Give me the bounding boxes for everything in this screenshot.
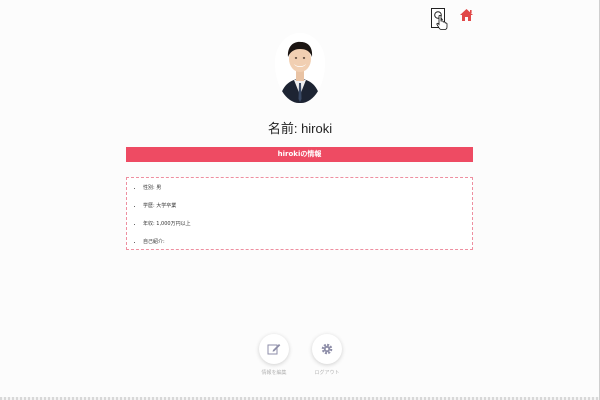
info-item-introduction: 自己紹介: [143, 237, 472, 255]
logout-label: ログアウト [314, 370, 340, 376]
avatar [275, 33, 325, 103]
profile-page: 名前: hiroki hirokiの情報 性別: 男 学歴: 大学卒業 年収: … [0, 0, 600, 400]
info-item-education: 学歴: 大学卒業 [143, 201, 472, 219]
info-box: 性別: 男 学歴: 大学卒業 年収: 1,000万円以上 自己紹介: [126, 177, 473, 250]
info-section-header: hirokiの情報 [126, 147, 473, 162]
profile-name-heading: 名前: hiroki [267, 121, 333, 136]
info-item-income: 年収: 1,000万円以上 [143, 219, 472, 237]
cursor-icon [436, 15, 448, 30]
info-list: 性別: 男 学歴: 大学卒業 年収: 1,000万円以上 自己紹介: [127, 178, 472, 255]
gear-icon [321, 343, 333, 355]
avatar-photo [275, 33, 325, 103]
info-item-gender: 性別: 男 [143, 183, 472, 201]
home-button[interactable] [459, 7, 474, 26]
edit-info-button[interactable] [259, 334, 289, 364]
edit-icon [267, 344, 281, 355]
logout-button[interactable] [312, 334, 342, 364]
edit-info-label: 情報を編集 [261, 370, 287, 376]
home-icon [460, 9, 473, 21]
